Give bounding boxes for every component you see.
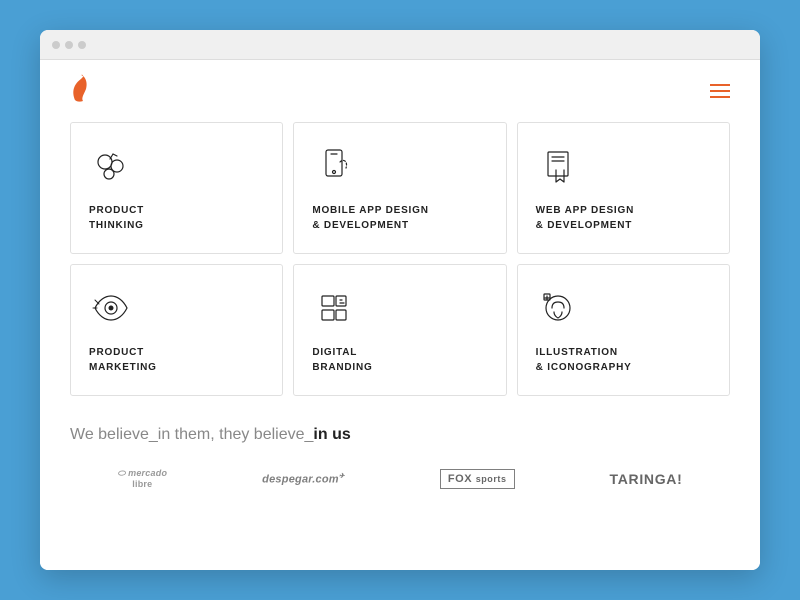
service-label-digital-branding: DIGITALBRANDING xyxy=(312,345,487,375)
tagline-prefix: We believe_in them, they believe_ xyxy=(70,426,313,443)
browser-content: PRODUCTTHINKING MOBILE APP DESIGN& DEVEL… xyxy=(40,60,760,570)
client-fox: FOX sports xyxy=(440,469,515,489)
phone-icon xyxy=(312,143,487,189)
service-card-product-marketing[interactable]: PRODUCTMARKETING xyxy=(70,264,283,396)
client-despegar: despegar.com✈ xyxy=(262,472,345,486)
browser-dots xyxy=(52,41,86,49)
tagline-text: We believe_in them, they believe_in us xyxy=(70,426,730,444)
browser-window: PRODUCTTHINKING MOBILE APP DESIGN& DEVEL… xyxy=(40,30,760,570)
brand-logo[interactable] xyxy=(70,74,92,108)
client-taringa: TARINGA! xyxy=(609,471,682,487)
service-label-mobile-app: MOBILE APP DESIGN& DEVELOPMENT xyxy=(312,203,487,233)
tagline-section: We believe_in them, they believe_in us xyxy=(40,416,760,460)
service-card-illustration[interactable]: ILLUSTRATION& ICONOGRAPHY xyxy=(517,264,730,396)
hamburger-menu[interactable] xyxy=(710,84,730,98)
service-card-mobile-app[interactable]: MOBILE APP DESIGN& DEVELOPMENT xyxy=(293,122,506,254)
branding-icon xyxy=(312,285,487,331)
illustration-icon xyxy=(536,285,711,331)
circles-icon xyxy=(89,143,264,189)
dot-green xyxy=(78,41,86,49)
dot-yellow xyxy=(65,41,73,49)
service-card-product-thinking[interactable]: PRODUCTTHINKING xyxy=(70,122,283,254)
clients-section: ⬭ mercado libre despegar.com✈ FOX sports… xyxy=(40,460,760,509)
dot-red xyxy=(52,41,60,49)
tagline-emphasis: in us xyxy=(313,426,350,443)
navbar xyxy=(40,60,760,122)
hand-icon xyxy=(536,143,711,189)
client-mercado-libre: ⬭ mercado libre xyxy=(117,468,167,489)
service-label-web-app: WEB APP DESIGN& DEVELOPMENT xyxy=(536,203,711,233)
services-grid: PRODUCTTHINKING MOBILE APP DESIGN& DEVEL… xyxy=(40,122,760,416)
eye-icon xyxy=(89,285,264,331)
service-label-illustration: ILLUSTRATION& ICONOGRAPHY xyxy=(536,345,711,375)
service-label-product-marketing: PRODUCTMARKETING xyxy=(89,345,264,375)
browser-titlebar xyxy=(40,30,760,60)
service-card-web-app[interactable]: WEB APP DESIGN& DEVELOPMENT xyxy=(517,122,730,254)
service-label-product-thinking: PRODUCTTHINKING xyxy=(89,203,264,233)
service-card-digital-branding[interactable]: DIGITALBRANDING xyxy=(293,264,506,396)
